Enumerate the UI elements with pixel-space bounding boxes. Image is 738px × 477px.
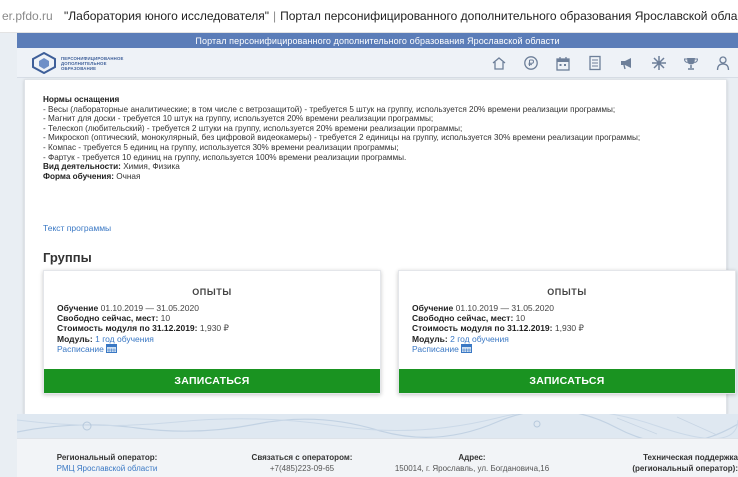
schedule-link[interactable]: Расписание bbox=[57, 344, 104, 354]
equipment-line: - Компас - требуется 5 единиц на группу,… bbox=[43, 142, 399, 152]
footer-operator: Региональный оператор: РМЦ Ярославской о… bbox=[37, 452, 177, 474]
module-cost-value: 1,930 ₽ bbox=[199, 323, 229, 334]
module-row: Модуль: 2 год обучения bbox=[412, 334, 584, 344]
module-link[interactable]: 1 год обучения bbox=[95, 334, 154, 344]
group-card: ОПЫТЫ Обучение 01.10.2019 — 31.05.2020 С… bbox=[398, 270, 736, 394]
module-link[interactable]: 2 год обучения bbox=[450, 334, 509, 344]
module-cost-value: 1,930 ₽ bbox=[554, 323, 584, 334]
schedule-link[interactable]: Расписание bbox=[412, 344, 459, 354]
user-group-icon[interactable] bbox=[712, 53, 734, 73]
footer-address-label: Адрес: bbox=[458, 453, 486, 462]
free-seats-value: 10 bbox=[515, 313, 526, 324]
home-icon[interactable] bbox=[488, 53, 510, 73]
group-name: ОПЫТЫ bbox=[547, 287, 587, 297]
program-details-card: Нормы оснащения - Весы (лабораторные ана… bbox=[24, 79, 736, 415]
module-cost-label: Стоимость модуля по 31.12.2019: bbox=[412, 323, 553, 334]
footer-operator-link[interactable]: РМЦ Ярославской области bbox=[37, 463, 177, 474]
enroll-button[interactable]: ЗАПИСАТЬСЯ bbox=[44, 369, 380, 393]
logo-mark-icon bbox=[31, 51, 57, 75]
calendar-icon[interactable] bbox=[552, 53, 574, 73]
study-label: Обучение bbox=[57, 303, 99, 313]
schedule-row: Расписание bbox=[412, 343, 584, 354]
module-label: Модуль: bbox=[412, 333, 448, 344]
footer-contact-label: Связаться с оператором: bbox=[251, 453, 353, 462]
equipment-line: - Фартук - требуется 10 единиц на группу… bbox=[43, 152, 407, 162]
site-footer: Региональный оператор: РМЦ Ярославской о… bbox=[17, 438, 738, 477]
free-seats-label: Свободно сейчас, мест: bbox=[57, 313, 159, 324]
study-value: 01.10.2019 — 31.05.2020 bbox=[455, 303, 554, 313]
module-row: Модуль: 1 год обучения bbox=[57, 334, 229, 344]
module-cost-row: Стоимость модуля по 31.12.2019: 1,930 ₽ bbox=[57, 323, 229, 333]
trophy-icon[interactable] bbox=[680, 53, 702, 73]
footer-operator-label: Региональный оператор: bbox=[56, 453, 158, 462]
schedule-calendar-icon[interactable] bbox=[105, 343, 117, 353]
free-seats-value: 10 bbox=[160, 313, 171, 324]
free-seats-row: Свободно сейчас, мест: 10 bbox=[57, 313, 229, 323]
logo-text-line-3: ОБРАЗОВАНИЕ bbox=[61, 65, 97, 71]
logo-text: ПЕРСОНИФИЦИРОВАННОЕ ДОПОЛНИТЕЛЬНОЕ ОБРАЗ… bbox=[61, 56, 124, 71]
footer-support-label-2: (региональный оператор): bbox=[632, 464, 738, 473]
portal-title-bar: Портал персонифицированного дополнительн… bbox=[17, 33, 738, 48]
portal-title: Портал персонифицированного дополнительн… bbox=[195, 35, 560, 46]
ruble-coin-icon[interactable] bbox=[520, 53, 542, 73]
decorative-map-background bbox=[17, 414, 738, 438]
schedule-calendar-icon[interactable] bbox=[460, 343, 472, 353]
form-value: Очная bbox=[116, 171, 141, 181]
logo-text-line-1: ПЕРСОНИФИЦИРОВАННОЕ bbox=[61, 55, 124, 61]
document-icon[interactable] bbox=[584, 53, 606, 73]
group-details: Обучение 01.10.2019 — 31.05.2020 Свободн… bbox=[412, 303, 584, 354]
study-label: Обучение bbox=[412, 303, 454, 313]
site-logo[interactable]: ПЕРСОНИФИЦИРОВАННОЕ ДОПОЛНИТЕЛЬНОЕ ОБРАЗ… bbox=[31, 51, 124, 75]
groups-title: Группы bbox=[43, 250, 92, 265]
footer-address: Адрес: 150014, г. Ярославль, ул. Богдано… bbox=[387, 452, 557, 474]
title-separator-quote bbox=[57, 9, 60, 23]
megaphone-icon[interactable] bbox=[616, 53, 638, 73]
activity-value: Химия, Физика bbox=[123, 162, 180, 172]
free-seats-label: Свободно сейчас, мест: bbox=[412, 313, 514, 324]
study-period-row: Обучение 01.10.2019 — 31.05.2020 bbox=[412, 303, 584, 313]
equipment-line: - Магнит для доски - требуется 10 штук н… bbox=[43, 114, 434, 124]
page-title-quoted: "Лаборатория юного исследователя" bbox=[64, 9, 269, 23]
page-title-rest: Портал персонифицированного дополнительн… bbox=[280, 9, 738, 23]
module-cost-row: Стоимость модуля по 31.12.2019: 1,930 ₽ bbox=[412, 323, 584, 333]
module-cost-label: Стоимость модуля по 31.12.2019: bbox=[57, 323, 198, 334]
group-name: ОПЫТЫ bbox=[192, 287, 232, 297]
footer-support: Техническая поддержка (региональный опер… bbox=[602, 452, 738, 474]
footer-contact-phone: +7(485)223-09-65 bbox=[269, 464, 335, 473]
activity-label: Вид деятельности: bbox=[43, 162, 121, 172]
group-details: Обучение 01.10.2019 — 31.05.2020 Свободн… bbox=[57, 303, 229, 354]
nav-icon-bar bbox=[478, 53, 734, 73]
schedule-row: Расписание bbox=[57, 343, 229, 354]
study-period-row: Обучение 01.10.2019 — 31.05.2020 bbox=[57, 303, 229, 313]
program-text-link[interactable]: Текст программы bbox=[43, 223, 111, 233]
free-seats-row: Свободно сейчас, мест: 10 bbox=[412, 313, 584, 323]
browser-tab-title: er.pfdo.ru "Лаборатория юного исследоват… bbox=[0, 0, 738, 33]
site-domain: er.pfdo.ru bbox=[2, 9, 53, 23]
equipment-info: Нормы оснащения - Весы (лабораторные ана… bbox=[43, 95, 715, 181]
top-navigation: ПЕРСОНИФИЦИРОВАННОЕ ДОПОЛНИТЕЛЬНОЕ ОБРАЗ… bbox=[17, 48, 738, 78]
atom-icon[interactable] bbox=[648, 53, 670, 73]
equipment-line: - Весы (лабораторные аналитические; в то… bbox=[43, 104, 616, 114]
activity-row: Вид деятельности: Химия, Физика bbox=[43, 162, 715, 172]
footer-contact: Связаться с оператором: +7(485)223-09-65 bbox=[232, 452, 372, 474]
study-value: 01.10.2019 — 31.05.2020 bbox=[100, 303, 199, 313]
equipment-line: - Телескоп (любительский) - требуется 2 … bbox=[43, 123, 463, 133]
form-row: Форма обучения: Очная bbox=[43, 172, 715, 182]
module-label: Модуль: bbox=[57, 333, 93, 344]
equipment-line: - Микроскоп (оптический, монокулярный, б… bbox=[43, 133, 641, 143]
form-label: Форма обучения: bbox=[43, 171, 114, 181]
group-card: ОПЫТЫ Обучение 01.10.2019 — 31.05.2020 С… bbox=[43, 270, 381, 394]
footer-address-value: 150014, г. Ярославль, ул. Богдановича,16 bbox=[394, 464, 550, 473]
equipment-heading: Нормы оснащения bbox=[43, 95, 120, 104]
enroll-button[interactable]: ЗАПИСАТЬСЯ bbox=[399, 369, 735, 393]
title-separator: | bbox=[273, 9, 277, 23]
footer-support-label: Техническая поддержка bbox=[643, 453, 738, 462]
